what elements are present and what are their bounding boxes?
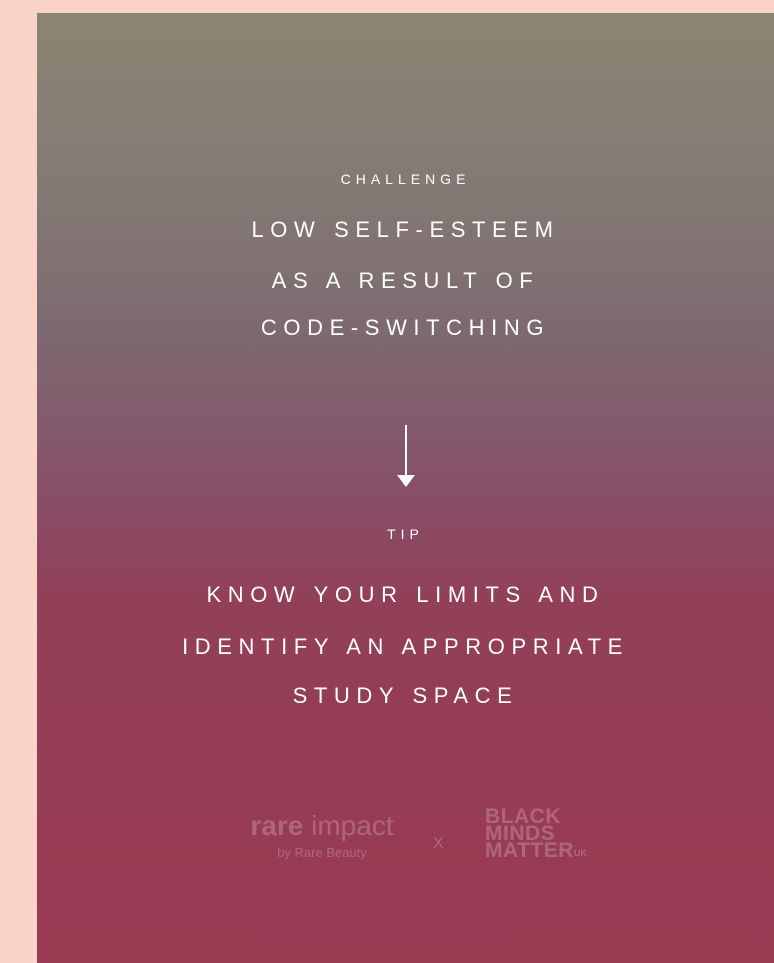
bmm-line-3: MATTER <box>485 839 574 862</box>
black-minds-matter-logo: BLACK MINDS MATTERUK <box>485 806 587 862</box>
bmm-suffix: UK <box>573 848 587 858</box>
rare-impact-tagline: by Rare Beauty <box>277 845 367 860</box>
rare-impact-brand-bold: rare <box>250 810 304 841</box>
rare-impact-brand-light: impact <box>311 810 394 841</box>
challenge-line-3: CODE-SWITCHING <box>260 315 551 340</box>
challenge-label: CHALLENGE <box>340 171 471 187</box>
arrow-down-icon <box>396 425 415 487</box>
tip-label: TIP <box>387 526 424 542</box>
tip-line-3: STUDY SPACE <box>292 683 519 708</box>
rare-impact-logo: rare impact by Rare Beauty <box>237 810 407 861</box>
logo-separator: X <box>433 835 444 852</box>
tip-line-1: KNOW YOUR LIMITS AND <box>206 582 605 607</box>
partner-logos: rare impact by Rare Beauty X BLACK MINDS… <box>37 793 774 863</box>
challenge-line-2: AS A RESULT OF <box>271 268 540 293</box>
challenge-line-1: LOW SELF-ESTEEM <box>251 217 560 242</box>
tip-card: CHALLENGE LOW SELF-ESTEEM AS A RESULT OF… <box>37 13 774 963</box>
tip-line-2: IDENTIFY AN APPROPRIATE <box>182 634 629 659</box>
